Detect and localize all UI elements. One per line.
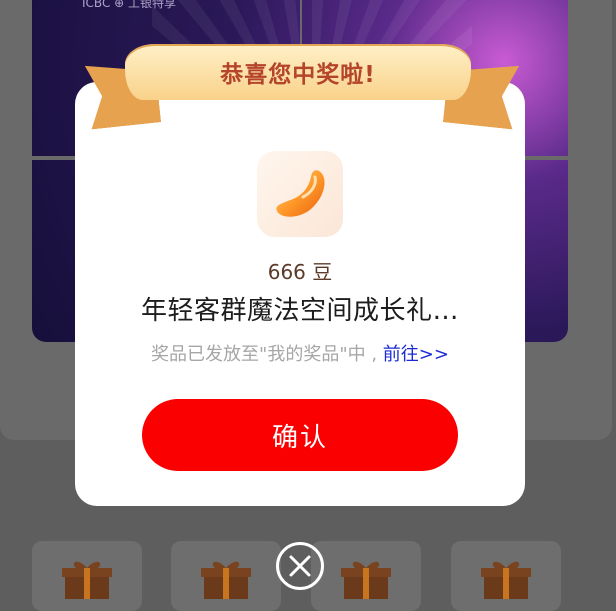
confirm-button[interactable]: 确认 xyxy=(142,399,458,471)
gift-tile[interactable] xyxy=(451,541,561,611)
prize-amount: 666 豆 xyxy=(267,260,333,284)
banner-logo: ICBC ⊕ 工银特享 xyxy=(82,0,177,10)
gift-tile[interactable] xyxy=(311,541,421,611)
prize-delivery-note: 奖品已发放至"我的奖品"中 , 前往>> xyxy=(75,340,525,366)
gift-box-icon xyxy=(481,561,531,599)
prize-icon-tile xyxy=(257,151,343,237)
prize-name: 年轻客群魔法空间成长礼… xyxy=(140,296,459,326)
prize-note-text: 奖品已发放至"我的奖品"中 , xyxy=(151,344,383,365)
gift-box-icon xyxy=(201,561,251,599)
bean-icon xyxy=(276,170,325,217)
congrats-ribbon: 恭喜您中奖啦! xyxy=(125,44,471,100)
close-circle-icon[interactable] xyxy=(275,541,325,591)
go-to-prizes-link[interactable]: 前往>> xyxy=(383,344,449,365)
gift-box-icon xyxy=(341,561,391,599)
gift-box-icon xyxy=(62,561,112,599)
modal-title: 恭喜您中奖啦! xyxy=(220,62,376,88)
gift-tile[interactable] xyxy=(32,541,142,611)
gift-tile[interactable] xyxy=(171,541,281,611)
